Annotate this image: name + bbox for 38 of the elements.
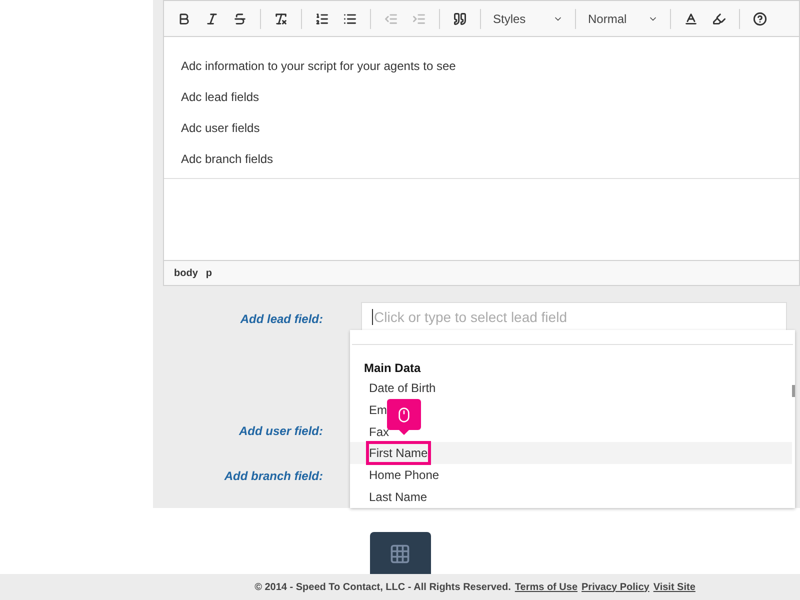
indent-icon <box>412 12 426 26</box>
dropdown-item[interactable]: Date of Birth <box>350 377 792 399</box>
editor-paragraph: Adc branch fields <box>181 151 274 168</box>
dropdown-item[interactable]: Em <box>350 398 792 421</box>
clear-format-icon <box>274 12 288 26</box>
numbered-list-icon <box>315 12 329 26</box>
highlight-icon <box>712 12 726 26</box>
editor-paragraph: Adc information to your script for your agents to see <box>181 58 457 75</box>
footer-link[interactable]: Terms of Use <box>514 580 578 594</box>
dropdown-item[interactable]: Fax <box>350 420 792 442</box>
field-label: Add user field: <box>238 423 323 440</box>
style-dropdown[interactable]: Styles <box>489 10 567 28</box>
italic-icon <box>205 12 219 26</box>
footer-link[interactable]: Visit Site <box>653 580 696 594</box>
mouse-icon <box>396 406 412 422</box>
field-label: Add lead field: <box>240 311 323 328</box>
footer-link[interactable]: Privacy Policy <box>582 580 650 594</box>
text-color-icon <box>684 12 698 26</box>
dropdown-item[interactable]: First Name <box>350 442 792 464</box>
editor-paragraph: Adc lead fields <box>181 89 260 106</box>
scrollbar-thumb[interactable] <box>792 385 795 397</box>
bold-icon <box>177 12 191 26</box>
dropdown-item[interactable]: Home Phone <box>350 464 792 486</box>
copyright-text: © 2014 - Speed To Contact, LLC - All Rights Reserved. <box>254 580 511 594</box>
element-path[interactable]: p <box>206 266 212 280</box>
keypad-icon <box>389 542 411 564</box>
group-header: Main Data <box>363 360 422 377</box>
quote-icon <box>453 12 467 26</box>
outdent-icon <box>384 12 398 26</box>
strikethrough-icon <box>233 12 247 26</box>
bullet-list-icon <box>343 12 357 26</box>
keypad-button[interactable] <box>370 532 430 575</box>
editor-paragraph: Adc user fields <box>181 120 261 137</box>
field-label: Add branch field: <box>224 468 323 485</box>
element-path[interactable]: body <box>174 266 198 280</box>
style-dropdown[interactable]: Normal <box>584 10 662 28</box>
dropdown-item[interactable]: Last Name <box>350 486 792 508</box>
help-icon <box>753 12 767 26</box>
